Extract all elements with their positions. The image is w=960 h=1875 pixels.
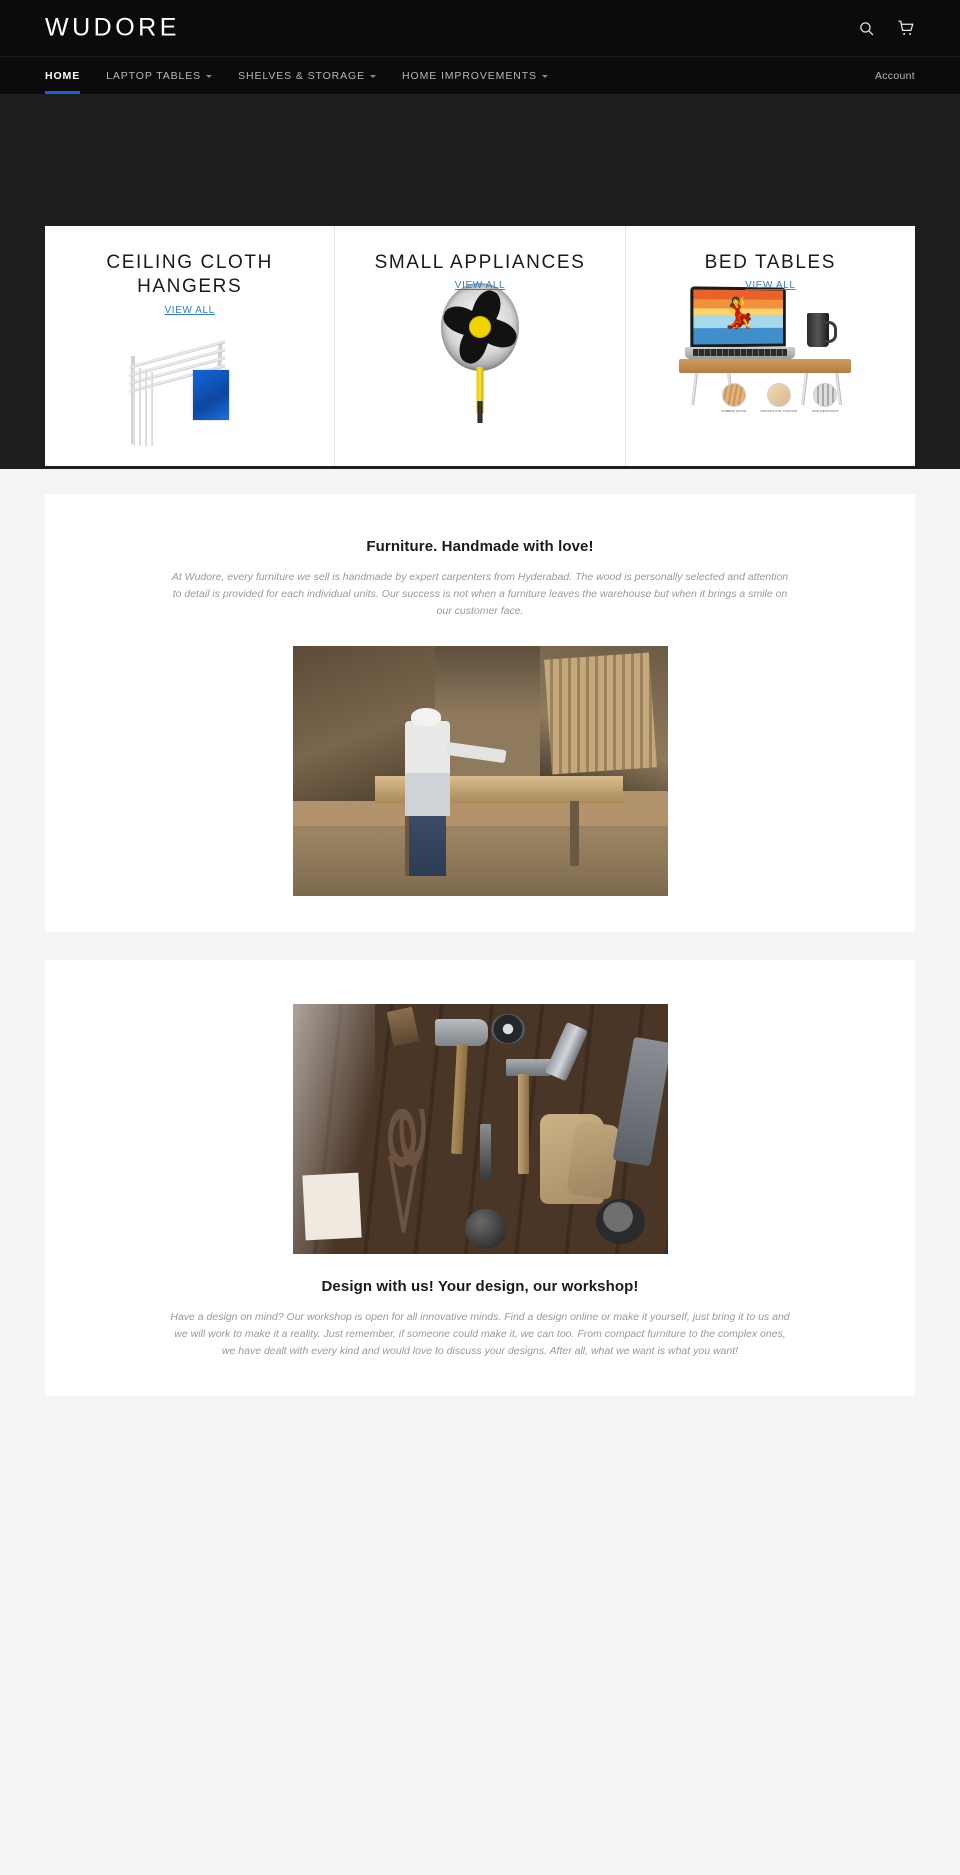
- section-heading: Furniture. Handmade with love!: [366, 537, 594, 555]
- nav-list: Home Laptop Tables Shelves & Storage Hom…: [45, 57, 574, 94]
- nav-label-shelves-storage: Shelves & Storage: [238, 69, 366, 82]
- swatch-skid-resistant: SKID RESISTANT: [812, 383, 839, 413]
- nav-item-home-improvements[interactable]: Home Improvements: [402, 57, 548, 94]
- category-title: SMALL APPLIANCES: [374, 252, 586, 273]
- nav-link-shelves-storage[interactable]: Shelves & Storage: [238, 57, 377, 94]
- swatch-rubber-wood: RUBBER WOOD: [721, 383, 746, 413]
- cloth-swatch: [192, 369, 229, 420]
- category-card-bed-tables[interactable]: BED TABLES VIEW ALL 💃 RUBBER WOOD PROTEC…: [624, 226, 915, 466]
- nav-item-laptop-tables[interactable]: Laptop Tables: [106, 57, 213, 94]
- bed-table-illustration: 💃 RUBBER WOOD PROTECTIVE COATING SKID RE…: [675, 283, 865, 425]
- nav-label-home-improvements: Home Improvements: [402, 69, 537, 82]
- hanger-illustration: [115, 308, 265, 448]
- section-text: Have a design on mind? Our workshop is o…: [170, 1310, 790, 1357]
- site-logo[interactable]: WUDORE: [45, 14, 180, 43]
- section-handmade: Furniture. Handmade with love! At Wudore…: [45, 493, 915, 932]
- category-cards: CEILING CLOTH HANGERS VIEW ALL SMALL APP…: [45, 226, 915, 466]
- swatch-label: SKID RESISTANT: [811, 409, 839, 414]
- category-title: BED TABLES: [704, 252, 837, 273]
- main-navigation: Home Laptop Tables Shelves & Storage Hom…: [0, 56, 960, 94]
- hand-tools-image: [292, 1003, 668, 1254]
- cart-icon[interactable]: [897, 19, 915, 37]
- nav-label-laptop-tables: Laptop Tables: [106, 69, 202, 82]
- material-swatches: RUBBER WOOD PROTECTIVE COATING SKID RESI…: [721, 383, 839, 413]
- swatch-protective-coating: PROTECTIVE COATING: [761, 383, 798, 413]
- chevron-down-icon: [370, 74, 377, 78]
- nav-link-home[interactable]: Home: [45, 57, 80, 94]
- nav-link-laptop-tables[interactable]: Laptop Tables: [106, 57, 213, 94]
- category-card-ceiling-cloth-hangers[interactable]: CEILING CLOTH HANGERS VIEW ALL: [45, 226, 334, 466]
- fan-illustration: [425, 283, 535, 425]
- pedestal-fan-icon: [345, 283, 614, 425]
- swatch-label: RUBBER WOOD: [721, 409, 747, 414]
- header-actions: [857, 19, 915, 37]
- category-title: CEILING CLOTH HANGERS: [106, 252, 273, 298]
- swatch-label: PROTECTIVE COATING: [760, 409, 798, 414]
- section-heading: Design with us! Your design, our worksho…: [321, 1277, 639, 1295]
- search-icon[interactable]: [857, 19, 875, 37]
- category-view-all-link[interactable]: VIEW ALL: [455, 280, 505, 291]
- bed-table-icon: 💃 RUBBER WOOD PROTECTIVE COATING SKID RE…: [636, 283, 905, 423]
- carpenter-workshop-image: [292, 645, 668, 896]
- chevron-down-icon: [541, 74, 548, 78]
- category-view-all-link[interactable]: VIEW ALL: [164, 305, 214, 316]
- site-header: WUDORE: [0, 0, 960, 56]
- section-text: At Wudore, every furniture we sell is ha…: [171, 570, 789, 617]
- account-link[interactable]: Account: [875, 70, 915, 82]
- category-card-small-appliances[interactable]: SMALL APPLIANCES VIEW ALL: [334, 226, 624, 466]
- nav-item-shelves-storage[interactable]: Shelves & Storage: [238, 57, 377, 94]
- section-design-with-us: Design with us! Your design, our worksho…: [45, 959, 915, 1396]
- category-view-all-link[interactable]: VIEW ALL: [745, 280, 795, 291]
- category-cards-wrapper: CEILING CLOTH HANGERS VIEW ALL SMALL APP…: [0, 226, 960, 466]
- chevron-down-icon: [206, 74, 213, 78]
- nav-label-home: Home: [45, 69, 81, 82]
- ceiling-cloth-hanger-icon: [55, 308, 324, 448]
- mug-icon: [807, 313, 838, 348]
- nav-link-home-improvements[interactable]: Home Improvements: [402, 57, 548, 94]
- nav-item-home[interactable]: Home: [45, 57, 81, 94]
